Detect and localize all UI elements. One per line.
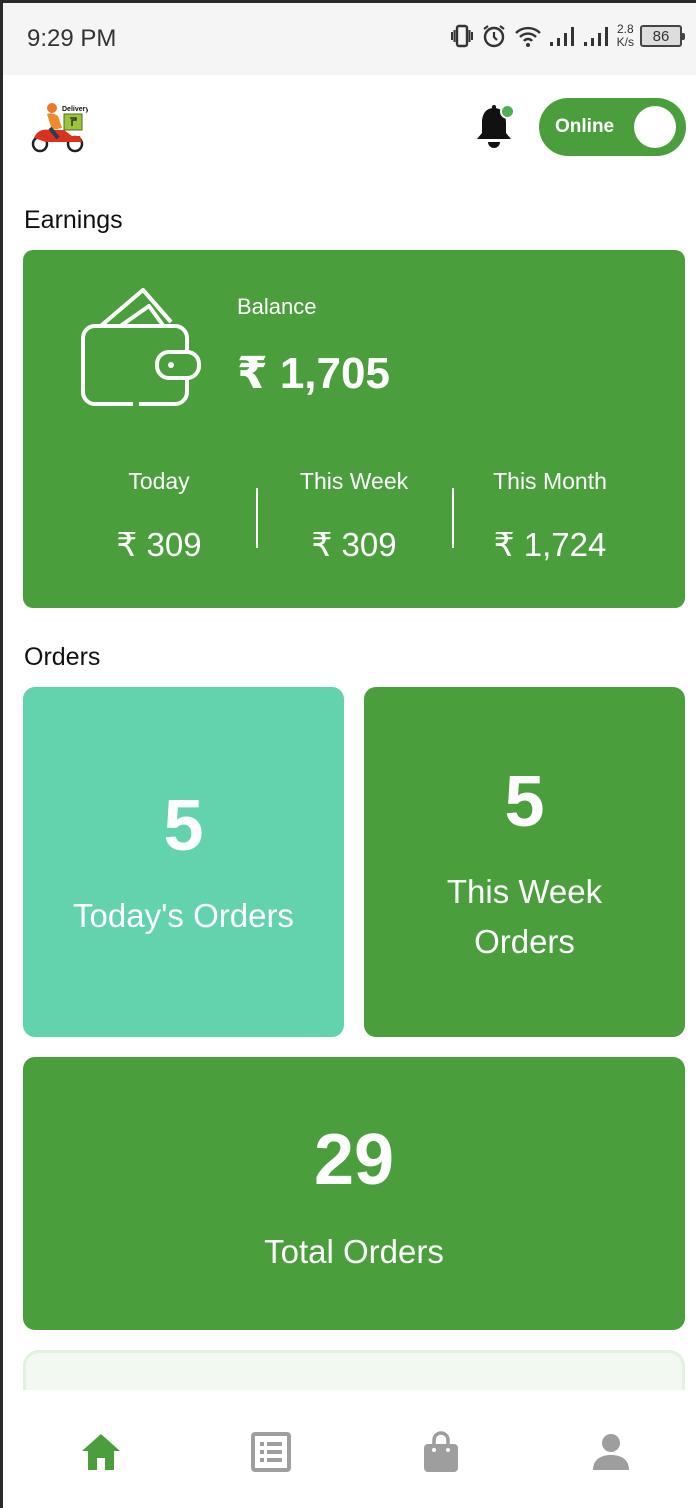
- stat-label: Today: [128, 468, 190, 494]
- todays-orders-card[interactable]: 5 Today's Orders: [23, 687, 344, 1037]
- stat-this-month: This Month ₹ 1,724: [452, 468, 648, 564]
- stat-label: This Month: [493, 468, 607, 494]
- shopping-bag-icon[interactable]: [419, 1430, 463, 1474]
- todays-orders-count: 5: [163, 786, 204, 866]
- home-icon[interactable]: [79, 1430, 123, 1474]
- week-orders-label-line2: Orders: [474, 923, 575, 960]
- online-toggle-label: Online: [555, 116, 615, 137]
- stat-today: Today ₹ 309: [61, 468, 257, 564]
- stat-label: This Week: [299, 468, 409, 494]
- signal-icon-1: [549, 27, 574, 46]
- window-frame-left: [0, 0, 3, 1508]
- status-bar: 9:29 PM 2.8 K/s 86: [3, 3, 696, 75]
- battery-level: 86: [652, 27, 670, 45]
- delivery-logo: Delivery: [31, 103, 88, 153]
- list-icon[interactable]: [249, 1430, 293, 1474]
- total-orders-count: 29: [313, 1120, 395, 1200]
- alarm-icon: [482, 25, 505, 48]
- status-icons: 2.8 K/s 86: [449, 23, 685, 49]
- online-toggle[interactable]: Online: [539, 98, 686, 156]
- bottom-navigation: [3, 1390, 696, 1508]
- notification-badge: [500, 104, 515, 119]
- earnings-card[interactable]: Balance ₹ 1,705 Today ₹ 309 This Week ₹ …: [23, 250, 685, 608]
- svg-text:Delivery: Delivery: [62, 106, 88, 113]
- status-time: 9:29 PM: [27, 25, 117, 52]
- stat-value: ₹ 309: [311, 526, 397, 563]
- network-speed-unit: K/s: [616, 35, 634, 49]
- todays-orders-label: Today's Orders: [73, 897, 294, 934]
- total-orders-card[interactable]: 29 Total Orders: [23, 1057, 685, 1330]
- earnings-title: Earnings: [24, 206, 123, 234]
- week-orders-label-line1: This Week: [446, 873, 603, 910]
- battery-icon: 86: [640, 25, 685, 47]
- total-orders-label: Total Orders: [264, 1233, 444, 1270]
- balance-value: ₹ 1,705: [237, 349, 390, 398]
- stat-value: ₹ 309: [116, 526, 202, 563]
- week-orders-card[interactable]: 5 This Week Orders: [364, 687, 685, 1037]
- stat-this-week: This Week ₹ 309: [256, 468, 452, 564]
- signal-icon-2: [583, 27, 608, 46]
- week-orders-count: 5: [504, 762, 545, 842]
- network-speed: 2.8 K/s: [617, 23, 634, 49]
- wallet-icon: [81, 288, 201, 406]
- person-icon[interactable]: [589, 1430, 633, 1474]
- wifi-icon: [514, 26, 541, 47]
- vibrate-icon: [450, 24, 473, 48]
- orders-title: Orders: [24, 643, 101, 671]
- toggle-knob: [634, 106, 676, 148]
- stat-value: ₹ 1,724: [493, 526, 607, 563]
- balance-label: Balance: [237, 294, 317, 319]
